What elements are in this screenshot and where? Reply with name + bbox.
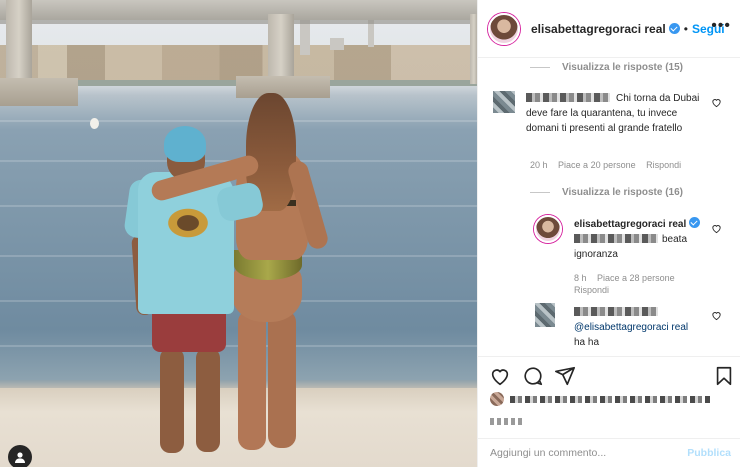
divider-line: [530, 67, 550, 68]
publish-button[interactable]: Pubblica: [687, 447, 731, 459]
user-tag-icon[interactable]: [8, 445, 32, 467]
view-replies-button[interactable]: Visualizza le risposte (16): [530, 187, 683, 198]
comment-input[interactable]: [490, 447, 688, 459]
verified-icon: [668, 23, 680, 34]
comment-avatar[interactable]: [493, 91, 515, 113]
boy-leg: [196, 348, 220, 452]
comment-body: Chi torna da Dubai deve fare la quarante…: [526, 91, 711, 136]
reply-likes[interactable]: Piace a 28 persone: [597, 273, 675, 283]
woman-leg: [238, 310, 266, 450]
boy-leg: [160, 348, 184, 453]
pixelated-username[interactable]: [526, 93, 610, 102]
reply-body: elisabettagregoraci real beata ignoranza: [574, 217, 704, 262]
heart-icon[interactable]: [489, 365, 511, 387]
bridge-shadow: [0, 20, 477, 24]
bridge-pier: [236, 76, 330, 98]
heart-icon[interactable]: [711, 223, 722, 234]
building: [330, 38, 344, 50]
bridge-pillar: [470, 14, 477, 84]
woman-leg: [268, 310, 296, 448]
bridge-pillar: [6, 0, 32, 82]
comment-icon[interactable]: [522, 365, 544, 387]
bridge-pier: [0, 78, 78, 106]
more-icon[interactable]: •••: [711, 18, 731, 34]
heart-icon[interactable]: [711, 97, 722, 108]
post-photo[interactable]: [0, 0, 477, 467]
divider-line: [530, 192, 550, 193]
heart-icon[interactable]: [711, 310, 722, 321]
water-ripple: [0, 120, 477, 122]
post-sidebar: elisabettagregoraci real • Segui ••• Vis…: [477, 0, 740, 467]
avatar[interactable]: [488, 12, 520, 45]
reply-meta: 8 h Piace a 28 persone Rispondi: [574, 272, 704, 296]
verified-icon: [689, 217, 701, 228]
view-replies-label: Visualizza le risposte (15): [562, 62, 683, 73]
action-bar: [478, 356, 740, 392]
boy-shorts: [152, 308, 226, 352]
view-replies-label: Visualizza le risposte (16): [562, 187, 683, 198]
bridge-deck: [0, 0, 477, 20]
bookmark-icon[interactable]: [713, 365, 735, 387]
post-header: elisabettagregoraci real • Segui •••: [478, 0, 740, 58]
reply-avatar[interactable]: [535, 303, 555, 327]
pixelated-mention[interactable]: [574, 234, 658, 243]
comment-time: 20 h: [530, 160, 548, 170]
pixelated-username[interactable]: [574, 307, 658, 316]
share-icon[interactable]: [554, 365, 576, 387]
post-username[interactable]: elisabettagregoraci real: [531, 22, 666, 36]
reply-mention[interactable]: @elisabettagregoraci real: [574, 322, 688, 333]
tshirt-print: [163, 205, 213, 241]
bridge-pillar: [268, 14, 294, 80]
reply-username[interactable]: elisabettagregoraci real: [574, 219, 686, 230]
reply-button[interactable]: Rispondi: [574, 285, 609, 295]
boy-cap: [164, 126, 206, 162]
comment-likes[interactable]: Piace a 20 persone: [558, 160, 636, 170]
comment-composer: Pubblica: [478, 438, 740, 467]
view-replies-button[interactable]: Visualizza le risposte (15): [530, 62, 683, 73]
separator-dot: •: [683, 21, 688, 36]
avatar: [490, 392, 504, 406]
reply-time: 8 h: [574, 273, 587, 283]
reply-body: @elisabettagregoraci real ha ha: [574, 305, 704, 350]
reply-button[interactable]: Rispondi: [646, 160, 681, 170]
reply-text: ha ha: [574, 337, 600, 348]
reply-avatar[interactable]: [534, 215, 562, 243]
likes-summary[interactable]: [490, 392, 710, 406]
pixelated-post-date: [490, 418, 524, 425]
comment-meta: 20 h Piace a 20 persone Rispondi: [530, 160, 689, 170]
buoy: [90, 118, 99, 129]
pixelated-likes-text: [510, 395, 710, 403]
